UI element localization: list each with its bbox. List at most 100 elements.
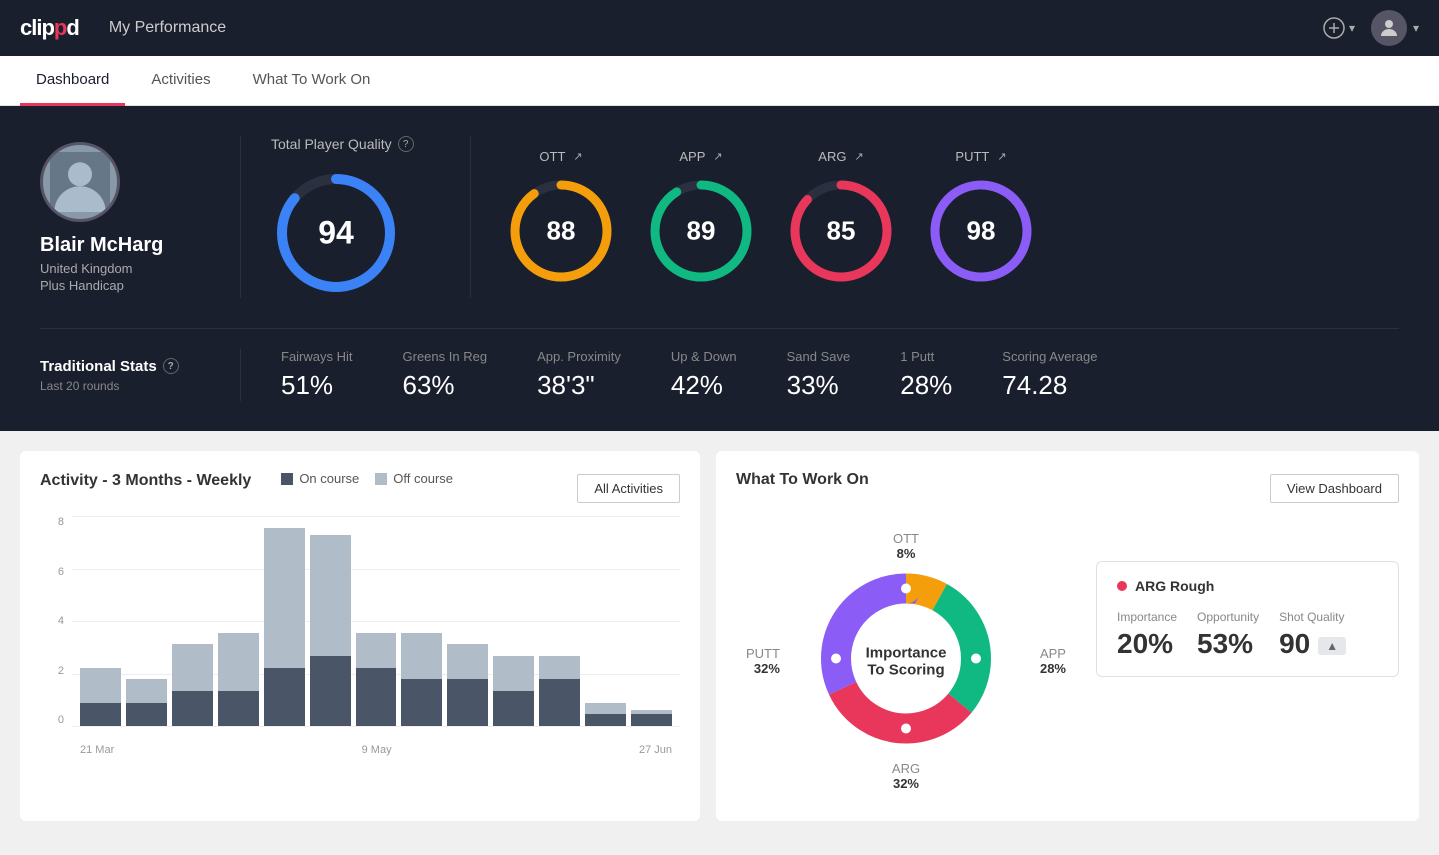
view-dashboard-button[interactable]: View Dashboard bbox=[1270, 474, 1399, 503]
what-to-work-on-panel: What To Work On View Dashboard OTT 8% AP… bbox=[716, 451, 1419, 821]
stat-1putt: 1 Putt 28% bbox=[900, 349, 952, 401]
arg-label: ARG ↗ bbox=[818, 149, 863, 164]
activity-panel: Activity - 3 Months - Weekly On course O… bbox=[20, 451, 700, 821]
info-shotquality-label: Shot Quality bbox=[1279, 610, 1346, 624]
arg-value: 85 bbox=[827, 215, 856, 246]
bars bbox=[72, 516, 680, 726]
ott-label: OTT ↗ bbox=[539, 149, 582, 164]
bar-off bbox=[447, 644, 488, 679]
tab-dashboard[interactable]: Dashboard bbox=[20, 56, 125, 106]
info-importance: Importance 20% bbox=[1117, 610, 1177, 660]
stat-updown-label: Up & Down bbox=[671, 349, 737, 364]
x-label-jun: 27 Jun bbox=[639, 744, 672, 756]
y-label-8: 8 bbox=[58, 516, 64, 528]
bar-stack bbox=[264, 528, 305, 726]
info-importance-value: 20% bbox=[1117, 628, 1177, 660]
legend-on-course: On course bbox=[281, 471, 359, 486]
stat-1putt-label: 1 Putt bbox=[900, 349, 934, 364]
tpq-label: Total Player Quality ? bbox=[271, 136, 414, 152]
x-label-mar: 21 Mar bbox=[80, 744, 114, 756]
info-opportunity-label: Opportunity bbox=[1197, 610, 1259, 624]
bar-on bbox=[631, 714, 672, 726]
bar-stack bbox=[310, 535, 351, 726]
info-card-dot bbox=[1117, 581, 1127, 591]
bar-stack bbox=[493, 656, 534, 726]
tab-what-to-work-on[interactable]: What To Work On bbox=[237, 56, 387, 106]
wtwo-donut: Importance To Scoring bbox=[806, 559, 1006, 764]
bar-group bbox=[126, 516, 167, 726]
bar-on bbox=[447, 679, 488, 726]
wtwo-content: OTT 8% APP 28% ARG 32% PUTT 32% bbox=[736, 521, 1399, 801]
info-opportunity: Opportunity 53% bbox=[1197, 610, 1259, 660]
chart-title: Activity - 3 Months - Weekly bbox=[40, 472, 251, 490]
arg-donut: 85 bbox=[786, 176, 896, 286]
stat-fairways-label: Fairways Hit bbox=[281, 349, 353, 364]
bar-group bbox=[493, 516, 534, 726]
logo[interactable]: clippd bbox=[20, 15, 79, 41]
legend-off-course: Off course bbox=[375, 471, 453, 486]
stat-sandsave-value: 33% bbox=[787, 370, 839, 401]
player-info: Blair McHarg United Kingdom Plus Handica… bbox=[40, 142, 240, 293]
player-handicap: Plus Handicap bbox=[40, 278, 124, 293]
ott-value: 88 bbox=[547, 215, 576, 246]
info-card-metrics: Importance 20% Opportunity 53% Shot Qual… bbox=[1117, 610, 1378, 660]
bar-stack bbox=[172, 644, 213, 726]
player-name: Blair McHarg bbox=[40, 234, 163, 257]
player-avatar bbox=[40, 142, 120, 222]
category-donuts: OTT ↗ 88 APP ↗ bbox=[501, 136, 1041, 298]
bar-stack bbox=[447, 644, 488, 726]
app-segment-label: APP 28% bbox=[1040, 646, 1066, 676]
stat-greens: Greens In Reg 63% bbox=[403, 349, 488, 401]
bar-on bbox=[126, 703, 167, 726]
stats-top: Blair McHarg United Kingdom Plus Handica… bbox=[40, 136, 1399, 298]
bar-stack bbox=[631, 710, 672, 726]
bar-on bbox=[401, 679, 442, 726]
app-value: 89 bbox=[687, 215, 716, 246]
bar-group bbox=[80, 516, 121, 726]
add-icon[interactable]: ▾ bbox=[1323, 17, 1355, 39]
bar-group bbox=[539, 516, 580, 726]
bar-on bbox=[356, 668, 397, 726]
bar-on bbox=[585, 714, 626, 726]
y-label-6: 6 bbox=[58, 566, 64, 578]
chart-header: Activity - 3 Months - Weekly On course O… bbox=[40, 471, 680, 506]
all-activities-button[interactable]: All Activities bbox=[577, 474, 680, 503]
y-label-2: 2 bbox=[58, 665, 64, 677]
bar-off bbox=[401, 633, 442, 680]
stat-updown: Up & Down 42% bbox=[671, 349, 737, 401]
bar-stack bbox=[80, 668, 121, 726]
stat-proximity: App. Proximity 38'3" bbox=[537, 349, 621, 401]
stat-proximity-value: 38'3" bbox=[537, 370, 595, 401]
y-label-0: 0 bbox=[58, 714, 64, 726]
stat-greens-label: Greens In Reg bbox=[403, 349, 488, 364]
stat-1putt-value: 28% bbox=[900, 370, 952, 401]
info-opportunity-value: 53% bbox=[1197, 628, 1259, 660]
bar-on bbox=[172, 691, 213, 726]
info-shotquality: Shot Quality 90 ▲ bbox=[1279, 610, 1346, 660]
trad-help-icon[interactable]: ? bbox=[163, 358, 179, 374]
x-axis: 21 Mar 9 May 27 Jun bbox=[72, 726, 680, 756]
chart-legend: On course Off course bbox=[281, 471, 453, 486]
stat-greens-value: 63% bbox=[403, 370, 455, 401]
putt-label: PUTT ↗ bbox=[955, 149, 1006, 164]
tpq-help-icon[interactable]: ? bbox=[398, 136, 414, 152]
putt-donut: 98 bbox=[926, 176, 1036, 286]
stat-fairways: Fairways Hit 51% bbox=[281, 349, 353, 401]
header-right: ▾ ▾ bbox=[1323, 10, 1419, 46]
bar-stack bbox=[585, 703, 626, 726]
tab-activities[interactable]: Activities bbox=[135, 56, 226, 106]
wtwo-donut-section: OTT 8% APP 28% ARG 32% PUTT 32% bbox=[736, 521, 1076, 801]
app-donut: 89 bbox=[646, 176, 756, 286]
ott-segment-label: OTT 8% bbox=[893, 531, 919, 561]
app-label: APP ↗ bbox=[679, 149, 722, 164]
bar-off bbox=[126, 679, 167, 702]
header-left: clippd My Performance bbox=[20, 15, 226, 41]
user-menu[interactable]: ▾ bbox=[1371, 10, 1419, 46]
donut-center-line1: Importance bbox=[866, 644, 947, 661]
bar-off bbox=[539, 656, 580, 679]
bar-off bbox=[356, 633, 397, 668]
bar-group bbox=[585, 516, 626, 726]
info-importance-label: Importance bbox=[1117, 610, 1177, 624]
info-card-container: ARG Rough Importance 20% Opportunity 53%… bbox=[1096, 521, 1399, 801]
stat-sandsave: Sand Save 33% bbox=[787, 349, 851, 401]
